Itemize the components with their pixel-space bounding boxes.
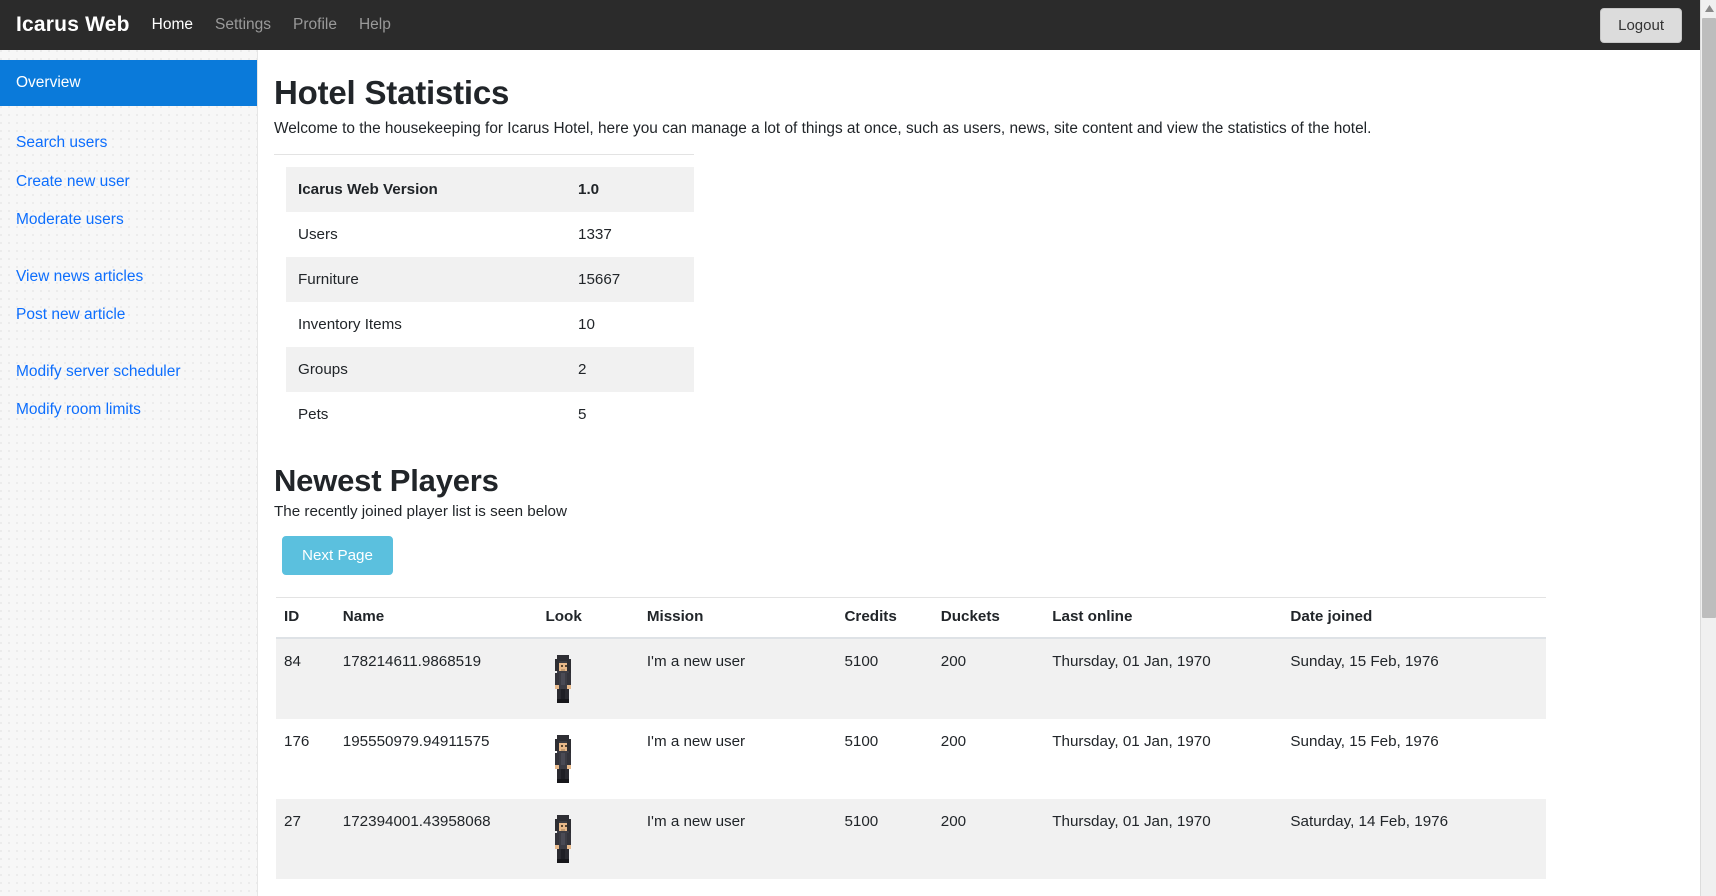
cell-id: 27 [284, 813, 301, 831]
divider [274, 154, 694, 156]
column-header-duckets[interactable]: Duckets [932, 597, 1045, 640]
nav-links: Home Settings Profile Help [152, 16, 391, 34]
cell-id: 84 [284, 653, 301, 671]
column-header-name[interactable]: Name [334, 597, 538, 640]
sidebar-item-moderate-users[interactable]: Moderate users [0, 201, 257, 239]
sidebar-item-post-new-article[interactable]: Post new article [0, 296, 257, 334]
players-thead: ID Name Look Mission Credits Duckets Las… [276, 597, 1546, 640]
cell-mission: I'm a new user [646, 813, 746, 831]
stats-value: 1.0 [578, 181, 600, 199]
stats-row: Furniture 15667 [286, 257, 694, 303]
nav-link-settings[interactable]: Settings [215, 16, 271, 34]
cell-last-online: Thursday, 01 Jan, 1970 [1052, 653, 1211, 671]
stats-row: Icarus Web Version 1.0 [286, 167, 694, 213]
stats-value: 15667 [578, 271, 621, 289]
main-inner: Hotel Statistics Welcome to the housekee… [258, 74, 1700, 880]
cell-duckets: 200 [940, 813, 967, 831]
column-header-mission[interactable]: Mission [638, 597, 837, 640]
stats-row: Inventory Items 10 [286, 302, 694, 347]
sidebar-item-modify-server-scheduler[interactable]: Modify server scheduler [0, 353, 257, 391]
players-tbody: 84 178214611.9868519 I'm a new user 5100… [276, 638, 1546, 880]
cell-mission: I'm a new user [646, 653, 746, 671]
column-header-credits[interactable]: Credits [836, 597, 933, 640]
column-header-last-online[interactable]: Last online [1044, 597, 1283, 640]
nav-link-profile[interactable]: Profile [293, 16, 337, 34]
habbo-avatar-icon [551, 653, 575, 705]
cell-credits: 5100 [844, 653, 879, 671]
sidebar-item-search-users[interactable]: Search users [0, 124, 257, 162]
next-page-button[interactable]: Next Page [282, 536, 393, 576]
cell-credits: 5100 [844, 733, 879, 751]
main-content: Hotel Statistics Welcome to the housekee… [258, 50, 1700, 896]
stats-row: Users 1337 [286, 212, 694, 257]
cell-last-online: Thursday, 01 Jan, 1970 [1052, 813, 1211, 831]
cell-date-joined: Saturday, 14 Feb, 1976 [1290, 813, 1449, 831]
sidebar-item-overview[interactable]: Overview [0, 60, 257, 107]
body-split: Overview Search users Create new user Mo… [0, 50, 1700, 896]
table-row[interactable]: 27 172394001.43958068 I'm a new user 510… [276, 799, 1546, 880]
cell-name: 195550979.94911575 [342, 733, 490, 751]
cell-credits: 5100 [844, 813, 879, 831]
stats-value: 1337 [578, 226, 612, 244]
cell-name: 172394001.43958068 [342, 813, 491, 831]
hotel-statistics-table: Icarus Web Version 1.0 Users 1337 Furnit… [286, 167, 694, 437]
stats-label: Icarus Web Version [298, 181, 438, 199]
column-header-look[interactable]: Look [537, 597, 639, 640]
column-header-id[interactable]: ID [276, 597, 335, 640]
stats-label: Pets [298, 406, 329, 424]
page-title: Hotel Statistics [274, 74, 510, 111]
cell-mission: I'm a new user [646, 733, 746, 751]
brand-logo[interactable]: Icarus Web [16, 13, 130, 37]
stats-label: Inventory Items [298, 316, 402, 334]
stats-row: Pets 5 [286, 392, 694, 437]
stats-tbody: Icarus Web Version 1.0 Users 1337 Furnit… [286, 167, 694, 437]
cell-name: 178214611.9868519 [342, 653, 482, 671]
newest-players-table: ID Name Look Mission Credits Duckets Las… [276, 597, 1546, 880]
table-row[interactable]: 84 178214611.9868519 I'm a new user 5100… [276, 638, 1546, 720]
newest-players-title: Newest Players [274, 463, 499, 499]
table-row[interactable]: 176 195550979.94911575 I'm a new user 51… [276, 719, 1546, 799]
nav-link-home[interactable]: Home [152, 16, 193, 34]
browser-viewport: Icarus Web Home Settings Profile Help Lo… [0, 0, 1716, 896]
stats-value: 10 [578, 316, 595, 334]
vertical-scrollbar[interactable] [1700, 0, 1716, 896]
cell-id: 176 [284, 733, 310, 751]
cell-last-online: Thursday, 01 Jan, 1970 [1052, 733, 1211, 751]
cell-duckets: 200 [940, 653, 967, 671]
sidebar-item-view-news-articles[interactable]: View news articles [0, 258, 257, 296]
nav-link-help[interactable]: Help [359, 16, 391, 34]
scroll-up-arrow-icon[interactable] [1701, 0, 1716, 17]
stats-row: Groups 2 [286, 347, 694, 393]
cell-duckets: 200 [940, 733, 967, 751]
cell-look [537, 638, 638, 719]
sidebar-item-create-new-user[interactable]: Create new user [0, 163, 257, 201]
cell-look [537, 799, 638, 879]
cell-look [537, 719, 638, 799]
stats-value: 2 [578, 361, 587, 379]
sidebar: Overview Search users Create new user Mo… [0, 50, 258, 896]
stats-value: 5 [578, 406, 587, 424]
stats-label: Users [298, 226, 338, 244]
players-header-row: ID Name Look Mission Credits Duckets Las… [276, 597, 1546, 640]
column-header-date-joined[interactable]: Date joined [1282, 597, 1546, 640]
habbo-avatar-icon [551, 813, 575, 865]
page-root: Icarus Web Home Settings Profile Help Lo… [0, 0, 1700, 896]
stats-label: Groups [298, 361, 348, 379]
habbo-avatar-icon [551, 733, 575, 785]
sidebar-item-modify-room-limits[interactable]: Modify room limits [0, 391, 257, 429]
cell-date-joined: Sunday, 15 Feb, 1976 [1290, 653, 1439, 671]
logout-button[interactable]: Logout [1600, 7, 1682, 43]
page-lead-text: Welcome to the housekeeping for Icarus H… [274, 120, 1372, 137]
stats-label: Furniture [298, 271, 359, 289]
top-navbar: Icarus Web Home Settings Profile Help Lo… [0, 0, 1700, 50]
newest-players-subtext: The recently joined player list is seen … [274, 503, 567, 521]
scrollbar-thumb[interactable] [1702, 18, 1716, 618]
cell-date-joined: Sunday, 15 Feb, 1976 [1290, 733, 1439, 751]
